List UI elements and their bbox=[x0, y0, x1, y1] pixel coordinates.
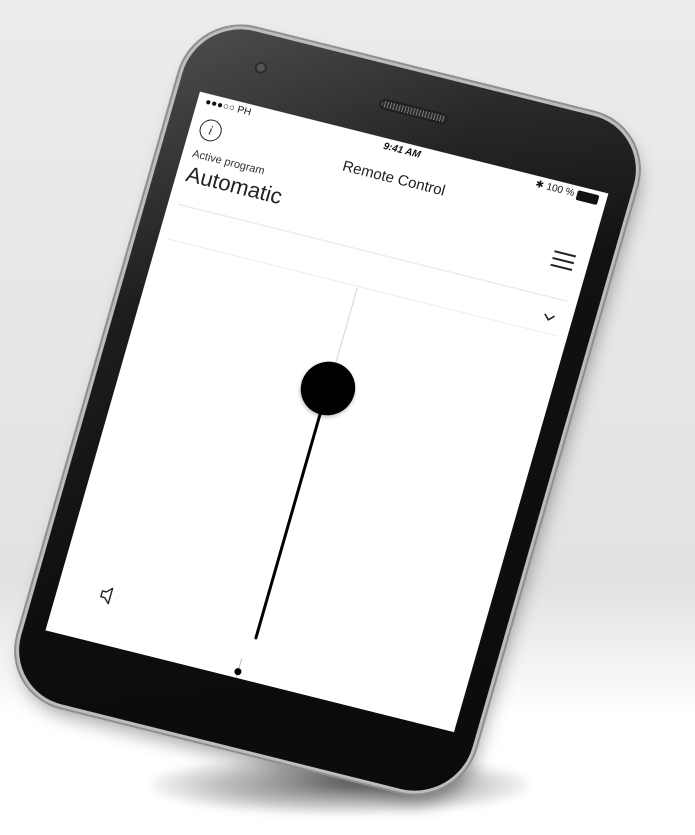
bluetooth-icon: ✱ bbox=[533, 178, 546, 192]
chevron-down-glyph bbox=[544, 313, 555, 321]
screen: ●●●○○ PH 9:41 AM ✱ 100 % i Remote Contro… bbox=[45, 91, 609, 733]
chevron-down-icon[interactable] bbox=[541, 311, 557, 324]
phone: ●●●○○ PH 9:41 AM ✱ 100 % i Remote Contro… bbox=[5, 17, 650, 803]
speaker-icon[interactable] bbox=[95, 582, 122, 608]
balance-slider-thumb[interactable] bbox=[233, 667, 243, 676]
scene: ●●●○○ PH 9:41 AM ✱ 100 % i Remote Contro… bbox=[0, 0, 695, 835]
battery-percent: 100 % bbox=[545, 181, 576, 200]
volume-slider-thumb[interactable] bbox=[294, 355, 362, 421]
volume-slider-track[interactable] bbox=[254, 388, 329, 640]
battery-icon bbox=[575, 189, 600, 205]
speaker-glyph bbox=[100, 587, 114, 605]
menu-icon[interactable] bbox=[550, 250, 577, 271]
